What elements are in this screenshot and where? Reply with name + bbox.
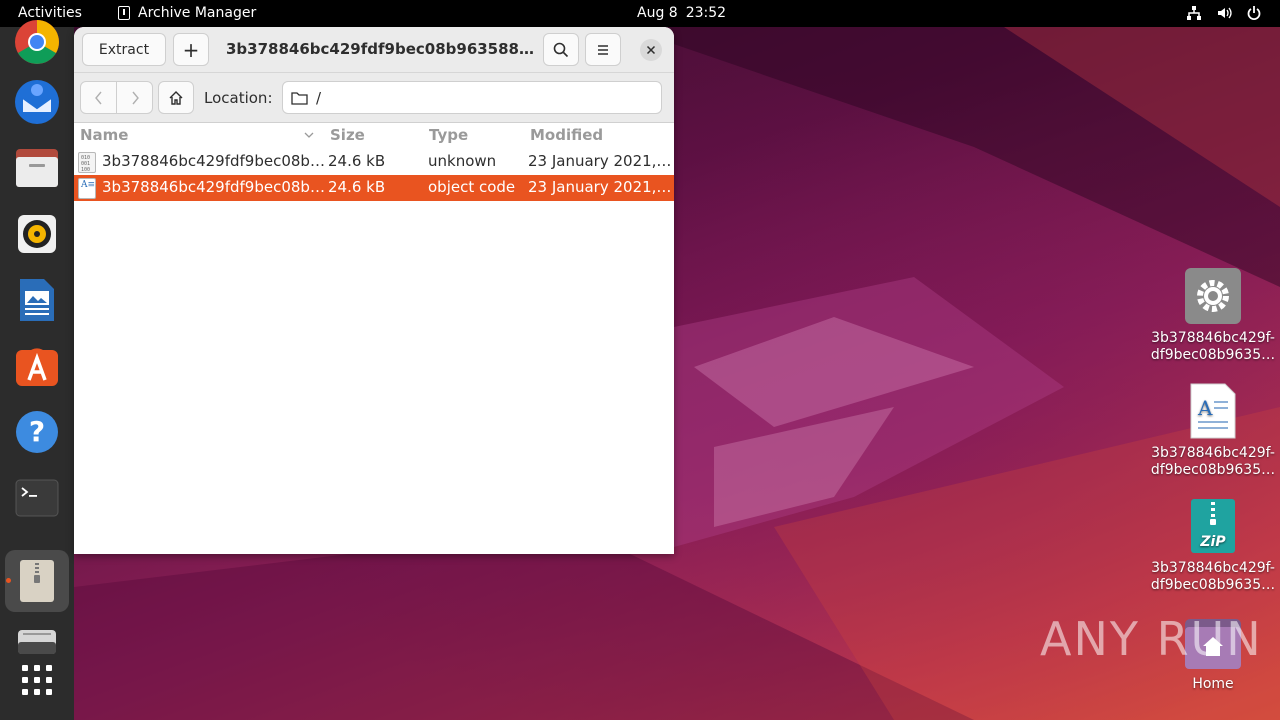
desktop-icon-executable[interactable]: 3b378846bc429f- df9bec08b9635…	[1148, 268, 1278, 364]
add-files-button[interactable]: +	[173, 33, 209, 66]
chrome-icon	[15, 20, 59, 64]
app-menu-label: Archive Manager	[138, 5, 257, 21]
help-icon: ?	[16, 411, 58, 453]
dock-app-center[interactable]	[12, 341, 62, 391]
file-row-selected[interactable]: A≡ 3b378846bc429fdf9bec08b… 24.6 kB obje…	[74, 175, 674, 201]
column-header-type[interactable]: Type	[429, 126, 468, 144]
header-bar: Extract + 3b378846bc429fdf9bec08b963588…	[74, 27, 674, 73]
terminal-icon	[15, 479, 59, 517]
app-center-icon	[16, 348, 58, 386]
clock[interactable]: Aug 8 23:52	[637, 5, 726, 21]
volume-icon	[1218, 7, 1232, 19]
location-bar: Location: /	[74, 73, 674, 123]
document-file-icon: A≡	[78, 178, 96, 199]
zip-archive-icon: ZiP	[1185, 498, 1241, 554]
location-field[interactable]: /	[282, 81, 662, 114]
desktop-icon-label: 3b378846bc429f-	[1151, 445, 1275, 461]
rhythmbox-icon	[18, 215, 56, 253]
app-menu[interactable]: Archive Manager	[118, 5, 256, 21]
network-icon	[1187, 6, 1201, 20]
dock-libreoffice-writer[interactable]	[12, 275, 62, 325]
dock-archive-manager[interactable]	[12, 556, 62, 606]
binary-file-icon: 010 001 100	[78, 152, 96, 173]
forward-button[interactable]	[116, 81, 153, 114]
home-icon	[169, 90, 183, 105]
running-indicator	[6, 578, 11, 583]
location-label: Location:	[204, 89, 273, 107]
close-button[interactable]	[640, 39, 662, 61]
dock-thunderbird[interactable]	[12, 77, 62, 127]
file-size: 24.6 kB	[328, 152, 386, 170]
desktop-icon-label: 3b378846bc429f-	[1151, 330, 1275, 346]
svg-text:A: A	[1197, 396, 1213, 420]
dock-chrome[interactable]	[12, 17, 62, 67]
home-button[interactable]	[158, 81, 194, 114]
chevron-left-icon	[94, 91, 102, 104]
system-tray[interactable]	[1186, 5, 1262, 21]
top-bar: Activities Archive Manager Aug 8 23:52	[0, 0, 1280, 27]
disk-icon	[18, 630, 56, 654]
file-modified: 23 January 2021,…	[528, 152, 672, 170]
column-headers: Name Size Type Modified	[74, 123, 674, 149]
power-icon	[1247, 6, 1261, 20]
search-icon	[553, 42, 569, 57]
svg-text:ZiP: ZiP	[1199, 534, 1226, 550]
archive-manager-icon	[118, 6, 130, 20]
column-header-name[interactable]: Name	[80, 126, 128, 144]
location-value: /	[316, 88, 322, 107]
files-icon	[16, 149, 58, 187]
hamburger-menu-icon	[598, 44, 608, 55]
window-title: 3b378846bc429fdf9bec08b963588…	[226, 40, 534, 58]
file-name: 3b378846bc429fdf9bec08b…	[102, 178, 325, 196]
desktop-icon-zip[interactable]: ZiP 3b378846bc429f- df9bec08b9635…	[1148, 498, 1278, 594]
dock: ?	[0, 20, 74, 720]
show-apps-button[interactable]	[12, 655, 62, 705]
dock-terminal[interactable]	[12, 473, 62, 523]
dock-files[interactable]	[12, 143, 62, 193]
watermark: ANY RUN	[1040, 612, 1263, 666]
clock-date: Aug 8	[637, 5, 678, 21]
svg-text:?: ?	[29, 415, 45, 448]
column-header-size[interactable]: Size	[330, 126, 365, 144]
desktop-icon-label: Home	[1192, 676, 1234, 692]
folder-icon	[291, 91, 308, 105]
file-modified: 23 January 2021,…	[528, 178, 672, 196]
show-apps-icon	[22, 665, 52, 695]
close-icon	[646, 45, 656, 55]
archive-manager-icon	[20, 560, 54, 602]
desktop-icon-document[interactable]: A 3b378846bc429f- df9bec08b9635…	[1148, 383, 1278, 479]
desktop-icon-label: df9bec08b9635…	[1150, 462, 1276, 478]
back-button[interactable]	[80, 81, 117, 114]
clock-time: 23:52	[685, 5, 727, 21]
file-name: 3b378846bc429fdf9bec08b…	[102, 152, 325, 170]
settings-gear-icon	[1185, 268, 1241, 324]
thunderbird-icon	[15, 80, 59, 124]
desktop-icon-label: df9bec08b9635…	[1150, 577, 1276, 593]
file-type: object code	[428, 178, 516, 196]
dock-help[interactable]: ?	[12, 407, 62, 457]
text-document-icon: A	[1185, 383, 1241, 439]
libreoffice-writer-icon	[20, 279, 54, 321]
dock-rhythmbox[interactable]	[12, 209, 62, 259]
column-header-modified[interactable]: Modified	[530, 126, 603, 144]
file-row[interactable]: 010 001 100 3b378846bc429fdf9bec08b… 24.6 …	[74, 149, 674, 175]
sort-chevron-down-icon[interactable]	[304, 132, 314, 139]
search-button[interactable]	[543, 33, 579, 66]
main-menu-button[interactable]	[585, 33, 621, 66]
extract-button[interactable]: Extract	[82, 33, 166, 66]
desktop-icon-label: 3b378846bc429f-	[1151, 560, 1275, 576]
chevron-right-icon	[131, 91, 139, 104]
file-size: 24.6 kB	[328, 178, 386, 196]
desktop-icon-label: df9bec08b9635…	[1150, 347, 1276, 363]
archive-manager-window: Extract + 3b378846bc429fdf9bec08b963588……	[74, 27, 674, 554]
file-type: unknown	[428, 152, 497, 170]
